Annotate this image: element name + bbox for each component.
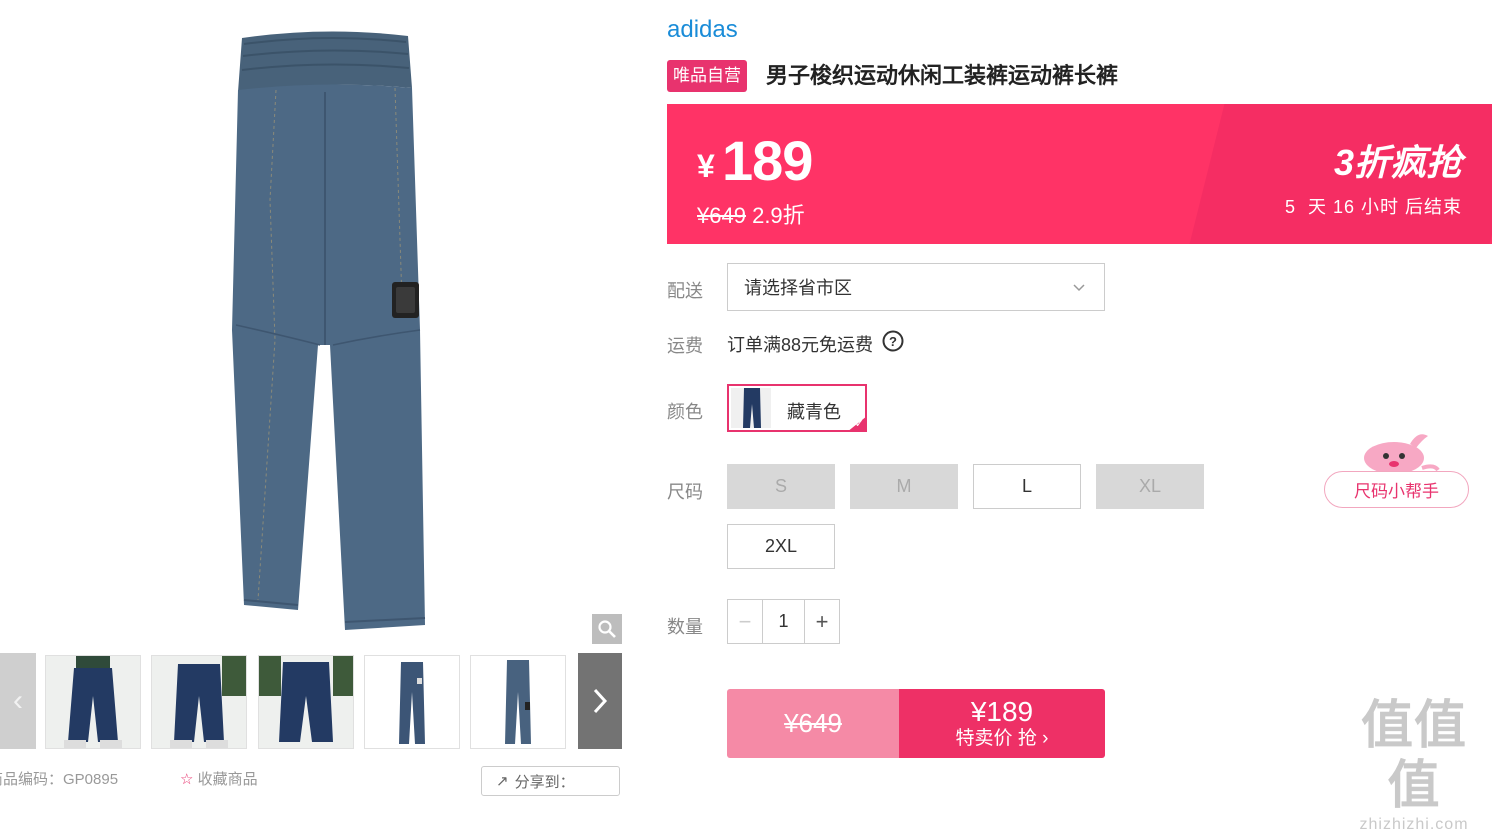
svg-text:?: ? [889,334,897,349]
size-option-2xl[interactable]: 2XL [727,524,835,569]
thumbnail-next-button[interactable] [578,653,622,749]
current-price: 189 [722,129,813,192]
watermark: 值值值 zhizhizhi.com [1340,696,1488,834]
size-option-l[interactable]: L [973,464,1081,509]
countdown: 5 天 16 小时 后结束 [1284,197,1462,217]
share-button[interactable]: ↗ 分享到： [481,766,620,796]
product-code: 商品编码：GP0895 [0,771,119,788]
region-select-value: 请选择省市区 [744,278,852,298]
brand-link[interactable]: adidas [667,16,738,44]
size-helper-button[interactable]: 尺码小帮手 [1324,471,1469,508]
buy-label-row: 特卖价 抢 › [956,727,1049,751]
buy-original-price: ¥649 [727,689,899,758]
size-option-s[interactable]: S [727,464,835,509]
shipping-label: 运费 [667,336,703,356]
zoom-button[interactable] [592,614,622,644]
size-label: 尺码 [667,482,703,502]
magnifier-icon [598,620,616,638]
favorite-label: 收藏商品 [197,771,258,788]
discount-rate: 2.9折 [752,203,805,228]
color-option-label: 藏青色 [787,402,841,422]
increase-button[interactable]: + [804,600,839,643]
main-product-image[interactable] [0,0,640,645]
thumbnail-5[interactable] [470,655,566,749]
thumbnail-1[interactable] [45,655,141,749]
thumbnail-image [46,656,140,748]
thumbnail-image [505,660,531,744]
thumbnail-2[interactable] [151,655,247,749]
size-option-m[interactable]: M [850,464,958,509]
help-icon[interactable]: ? [882,330,904,352]
decrease-button[interactable]: − [728,600,763,643]
color-label: 颜色 [667,402,703,422]
chevron-left-icon: ‹ [13,684,23,717]
original-price-row: ¥649 2.9折 [697,198,805,230]
buy-button[interactable]: ¥649 ¥189 特卖价 抢 › [727,689,1105,758]
thumbnail-3[interactable] [258,655,354,749]
shipping-text: 订单满88元免运费 [727,335,874,355]
share-label: 分享到： [514,773,575,791]
chevron-right-icon: › [1042,727,1049,749]
color-option-selected[interactable]: 藏青色 ✓ [727,384,867,432]
share-icon: ↗ [496,773,509,790]
thumbnail-image [152,656,246,748]
product-title: 男子梭织运动休闲工装裤运动裤长裤 [766,63,1119,88]
region-select[interactable]: 请选择省市区 [727,263,1105,311]
quantity-value[interactable]: 1 [763,600,804,643]
self-operated-badge: 唯品自营 [667,60,747,92]
star-icon: ☆ [180,771,194,788]
buy-label: 特卖价 抢 [955,727,1037,749]
thumbnail-image [259,656,353,748]
quantity-stepper[interactable]: − 1 + [727,599,840,644]
quantity-label: 数量 [667,617,703,637]
color-swatch-image [731,388,771,428]
thumbnail-image [399,662,425,744]
size-option-xl[interactable]: XL [1096,464,1204,509]
buy-price: ¥189 [970,695,1034,727]
currency-symbol: ¥ [697,148,715,184]
chevron-down-icon [1073,284,1085,292]
buy-action[interactable]: ¥189 特卖价 抢 › [899,689,1105,758]
watermark-url: zhizhizhi.com [1359,816,1469,833]
original-price: ¥649 [697,203,746,228]
watermark-logo: 值值值 [1360,697,1467,815]
favorite-link[interactable]: ☆ 收藏商品 [180,768,258,789]
thumbnail-4[interactable] [364,655,460,749]
thumbnail-prev-button[interactable]: ‹ [0,653,36,749]
size-helper-mascot-icon [1364,434,1440,474]
delivery-label: 配送 [667,281,703,301]
promo-title: 3折疯抢 [1333,142,1462,183]
check-icon: ✓ [854,418,864,430]
chevron-right-icon [593,688,608,714]
